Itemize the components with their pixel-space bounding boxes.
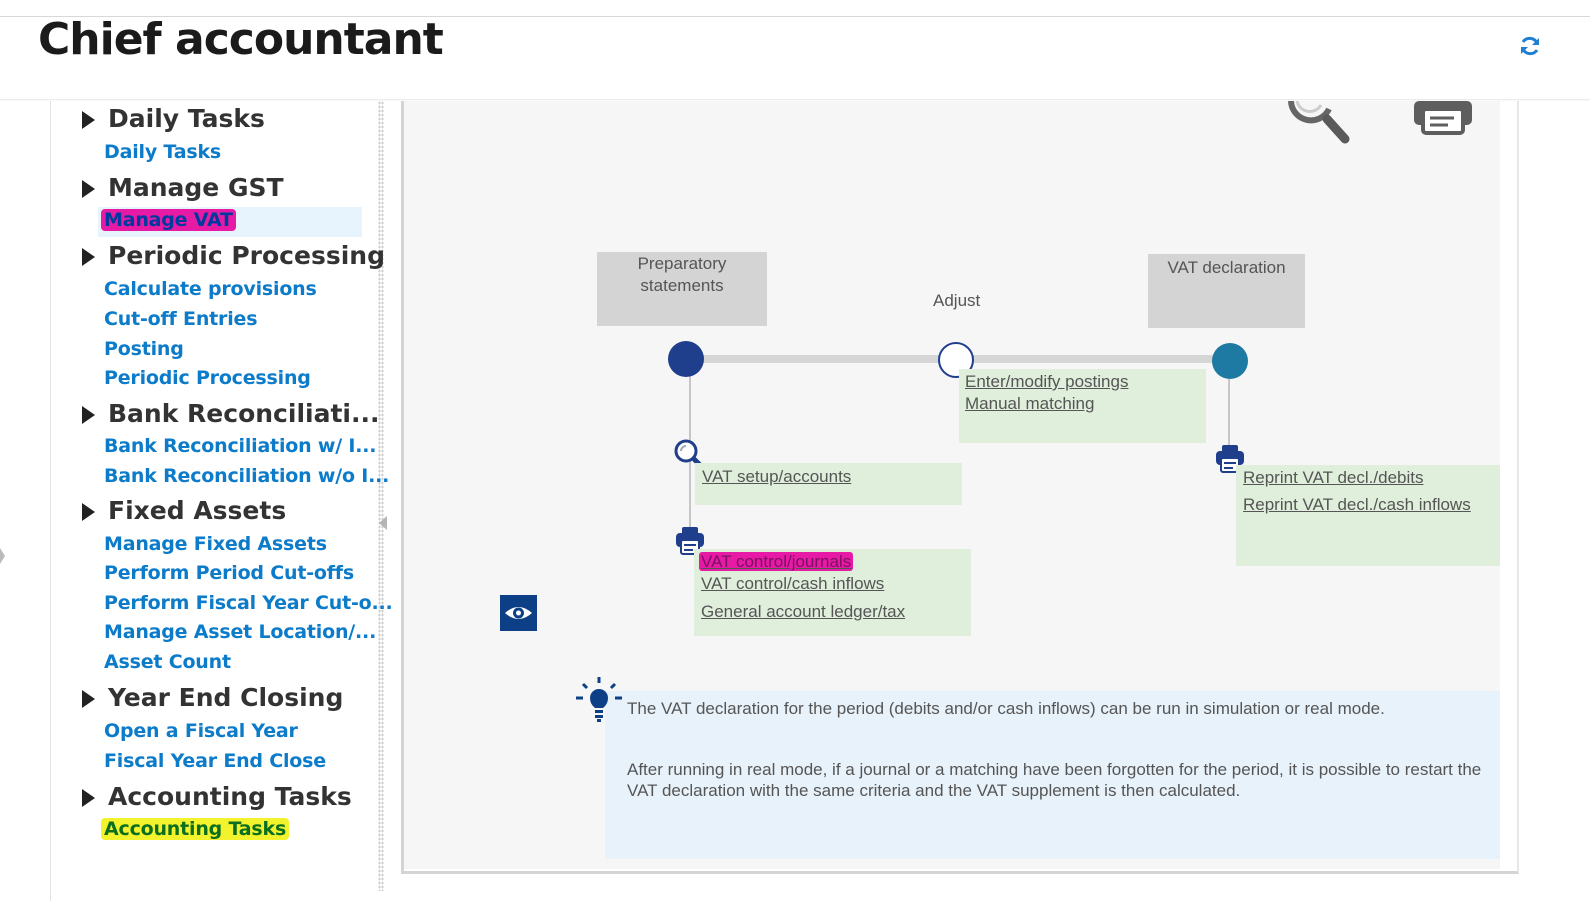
nav-link-manage-asset-location[interactable]: Manage Asset Location/... [104,621,376,643]
left-edge-handle[interactable] [0,548,5,564]
section-accounting-tasks[interactable]: Accounting Tasks [82,782,352,811]
section-bank-reconciliation[interactable]: Bank Reconciliati... [82,399,379,428]
section-title: Periodic Processing [108,241,385,270]
nav-link-manage-vat[interactable]: Manage VAT [101,209,236,231]
search-icon[interactable] [1285,101,1351,145]
section-daily-tasks[interactable]: Daily Tasks [82,104,265,133]
section-title: Bank Reconciliati... [108,399,380,428]
step-dot-preparatory[interactable] [668,341,704,377]
section-manage-gst[interactable]: Manage GST [82,173,284,202]
link-vat-control-journals[interactable]: VAT control/journals [699,552,854,572]
nav-link-perform-fiscal-year-cut-off[interactable]: Perform Fiscal Year Cut-o... [104,592,393,614]
expand-triangle-icon [82,247,95,266]
link-vat-control-cash-inflows[interactable]: VAT control/cash inflows [701,574,884,594]
link-manual-matching[interactable]: Manual matching [965,394,1094,414]
expand-triangle-icon [82,689,95,708]
section-fixed-assets[interactable]: Fixed Assets [82,496,286,525]
link-enter-modify-postings[interactable]: Enter/modify postings [965,372,1128,392]
section-title: Accounting Tasks [108,782,352,811]
nav-link-daily-tasks[interactable]: Daily Tasks [104,141,221,163]
refresh-icon[interactable] [1518,34,1542,58]
nav-link-periodic-processing[interactable]: Periodic Processing [104,367,311,389]
nav-link-calculate-provisions[interactable]: Calculate provisions [104,278,317,300]
nav-link-manage-fixed-assets[interactable]: Manage Fixed Assets [104,533,327,555]
nav-link-bank-reconciliation-with[interactable]: Bank Reconciliation w/ I... [104,435,376,457]
nav-link-bank-reconciliation-without[interactable]: Bank Reconciliation w/o I... [104,465,389,487]
nav-link-perform-period-cut-offs[interactable]: Perform Period Cut-offs [104,562,354,584]
expand-triangle-icon [82,788,95,807]
page-title: Chief accountant [38,14,444,65]
nav-link-cut-off-entries[interactable]: Cut-off Entries [104,308,258,330]
collapse-sidebar-arrow-icon[interactable] [379,516,387,530]
nav-link-posting[interactable]: Posting [104,338,184,360]
section-title: Manage GST [108,173,284,202]
expand-triangle-icon [82,502,95,521]
step-adjust: Adjust [933,291,981,310]
section-title: Fixed Assets [108,496,287,525]
section-year-end-closing[interactable]: Year End Closing [82,683,343,712]
nav-link-open-fiscal-year[interactable]: Open a Fiscal Year [104,720,298,742]
link-label: VAT control/journals [699,552,854,571]
expand-triangle-icon [82,405,95,424]
link-vat-setup-accounts[interactable]: VAT setup/accounts [702,467,851,487]
info-text-restart: After running in real mode, if a journal… [627,760,1482,800]
preview-button[interactable] [500,595,537,631]
nav-link-accounting-tasks[interactable]: Accounting Tasks [101,818,290,840]
expand-triangle-icon [82,179,95,198]
step-vat-declaration: VAT declaration [1148,254,1305,328]
section-periodic-processing[interactable]: Periodic Processing [82,241,385,270]
nav-link-fiscal-year-end-close[interactable]: Fiscal Year End Close [104,750,326,772]
nav-link-label: Accounting Tasks [101,818,290,840]
link-reprint-vat-decl-cash-inflows[interactable]: Reprint VAT decl./cash inflows [1243,495,1471,515]
step-preparatory-statements: Preparatory statements [597,252,767,326]
connector-line [1228,373,1230,448]
sidebar-splitter[interactable] [378,101,384,891]
info-text-simulation: The VAT declaration for the period (debi… [627,699,1385,718]
lightbulb-icon [576,677,622,722]
eye-icon [505,607,532,619]
nav-link-asset-count[interactable]: Asset Count [104,651,231,673]
step-dot-vat-declaration[interactable] [1212,343,1248,379]
print-icon[interactable] [1412,101,1474,135]
section-title: Daily Tasks [108,104,265,133]
link-reprint-vat-decl-debits[interactable]: Reprint VAT decl./debits [1243,468,1423,488]
section-title: Year End Closing [108,683,344,712]
nav-link-label: Manage VAT [101,209,236,231]
link-general-account-ledger-tax[interactable]: General account ledger/tax [701,602,905,622]
expand-triangle-icon [82,110,95,129]
